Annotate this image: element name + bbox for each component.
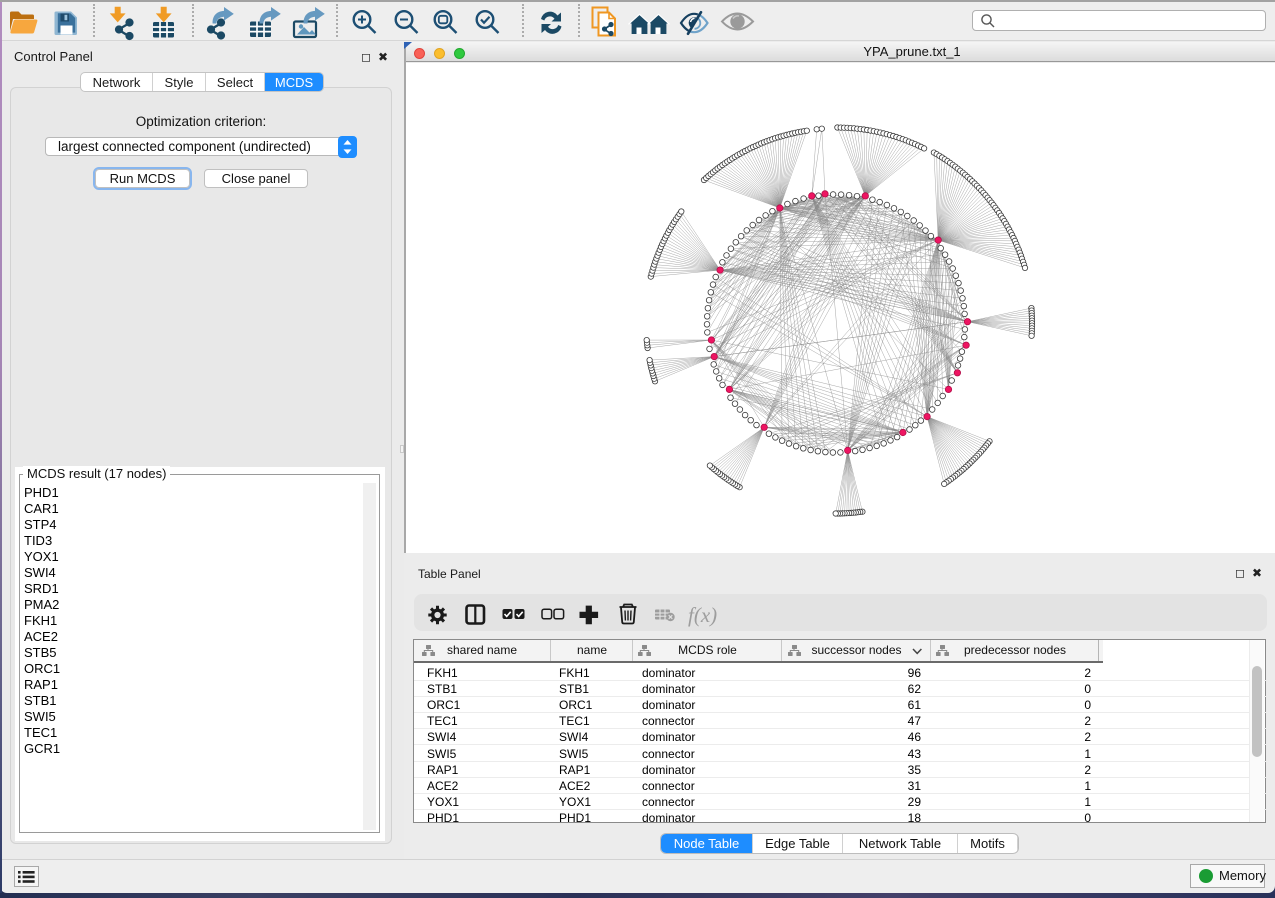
svg-text:f(x): f(x) xyxy=(688,603,717,627)
